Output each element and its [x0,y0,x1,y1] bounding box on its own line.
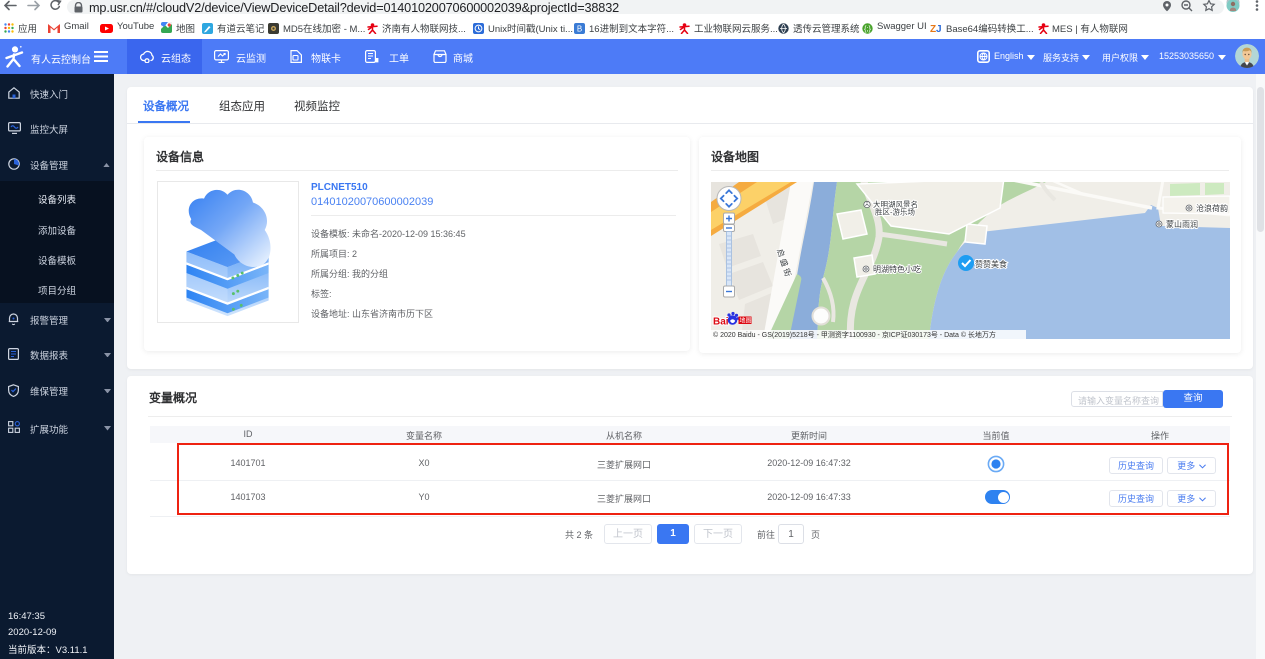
svg-text:胜区-游乐场: 胜区-游乐场 [875,207,915,217]
svg-text:Bai: Bai [713,317,729,328]
svg-text:B: B [577,24,582,33]
svg-text:赞赞美食: 赞赞美食 [975,259,1007,269]
svg-text:{;}: {;} [864,24,872,33]
svg-text:明湖特色小吃: 明湖特色小吃 [873,264,921,274]
svg-text:J: J [936,24,942,34]
svg-text:地图: 地图 [740,317,752,325]
svg-text:© 2020 Baidu - GS(2019)5218号 -: © 2020 Baidu - GS(2019)5218号 - 甲测资字11009… [713,330,996,339]
svg-text:沧浪荷韵: 沧浪荷韵 [1196,203,1228,213]
svg-text:蒙山雨润: 蒙山雨润 [1166,219,1198,229]
